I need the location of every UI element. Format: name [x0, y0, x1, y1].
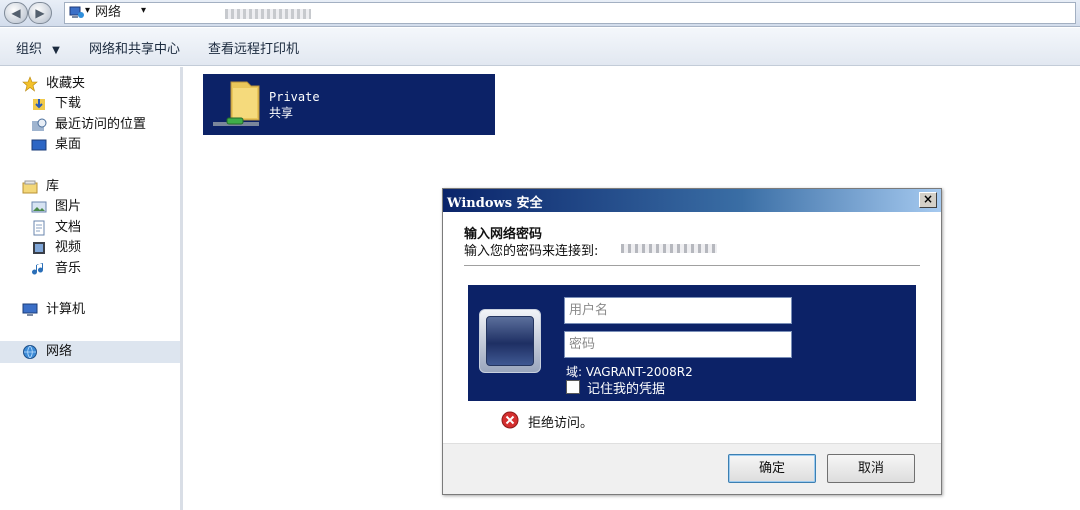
dialog-title-bar[interactable]: Windows 安全 × [443, 189, 941, 212]
error-icon [501, 411, 519, 429]
star-icon [22, 76, 38, 92]
address-bar: ◀ ▶ ▾ 网络 ▾ [0, 0, 1080, 27]
redacted-address [225, 9, 311, 19]
documents-icon [33, 220, 45, 236]
network-globe-icon [23, 345, 37, 359]
username-placeholder: 用户名 [569, 303, 609, 318]
divider [464, 265, 920, 266]
share-tile-private[interactable]: Private 共享 [203, 74, 495, 135]
pictures-icon [31, 201, 47, 213]
shared-folder-icon [213, 81, 260, 126]
breadcrumb-network[interactable]: 网络 [95, 5, 121, 21]
breadcrumb-chevron-icon[interactable]: ▾ [141, 5, 146, 16]
dialog-title: Windows 安全 [447, 196, 543, 211]
downloads-icon [33, 99, 45, 110]
recent-places-icon [32, 118, 47, 131]
view-remote-printers-button[interactable]: 查看远程打印机 [208, 38, 299, 57]
desktop-icon [31, 139, 47, 151]
password-field[interactable]: 密码 [564, 331, 792, 358]
organize-button[interactable]: 组织 ▼ [16, 38, 60, 57]
share-type: 共享 [269, 106, 294, 120]
close-icon: × [922, 192, 934, 206]
navigation-pane: 收藏夹 下载 最近访问的位置 桌面 库 图片 文档 视频 音乐 计算机 网络 [0, 67, 183, 510]
windows-security-dialog: Windows 安全 × 输入网络密码 输入您的密码来连接到: 用户名 密码 域… [442, 188, 942, 495]
libraries-icon [22, 180, 38, 194]
network-sharing-center-button[interactable]: 网络和共享中心 [89, 38, 180, 57]
videos-icon [33, 242, 45, 254]
network-icon [69, 6, 84, 18]
user-tile-icon [479, 309, 541, 373]
remember-credentials-label[interactable]: 记住我的凭据 [587, 378, 665, 397]
dialog-footer: 确定 取消 [443, 443, 941, 494]
ok-button[interactable]: 确定 [728, 454, 816, 483]
computer-icon [22, 303, 38, 316]
remember-credentials-checkbox[interactable] [566, 380, 580, 394]
forward-button[interactable]: ▶ [28, 2, 52, 24]
share-name: Private [269, 90, 320, 104]
credential-tile: 用户名 密码 域: VAGRANT-2008R2 记住我的凭据 [468, 285, 916, 401]
username-field[interactable]: 用户名 [564, 297, 792, 324]
close-button[interactable]: × [919, 192, 937, 208]
music-icon [32, 263, 43, 275]
password-placeholder: 密码 [569, 337, 596, 352]
cancel-button[interactable]: 取消 [827, 454, 915, 483]
command-bar: 组织 ▼ 网络和共享中心 查看远程打印机 [0, 28, 1080, 66]
back-arrow-icon: ◀ [11, 6, 21, 20]
organize-dropdown-icon: ▼ [52, 45, 60, 56]
redacted-host [621, 244, 717, 253]
back-button[interactable]: ◀ [4, 2, 28, 24]
dialog-subheading: 输入您的密码来连接到: [464, 244, 599, 259]
forward-arrow-icon: ▶ [35, 6, 45, 20]
dropdown-chevron-icon[interactable]: ▾ [85, 5, 90, 16]
address-field[interactable]: ▾ 网络 ▾ [64, 2, 1076, 24]
error-message: 拒绝访问。 [528, 416, 594, 431]
